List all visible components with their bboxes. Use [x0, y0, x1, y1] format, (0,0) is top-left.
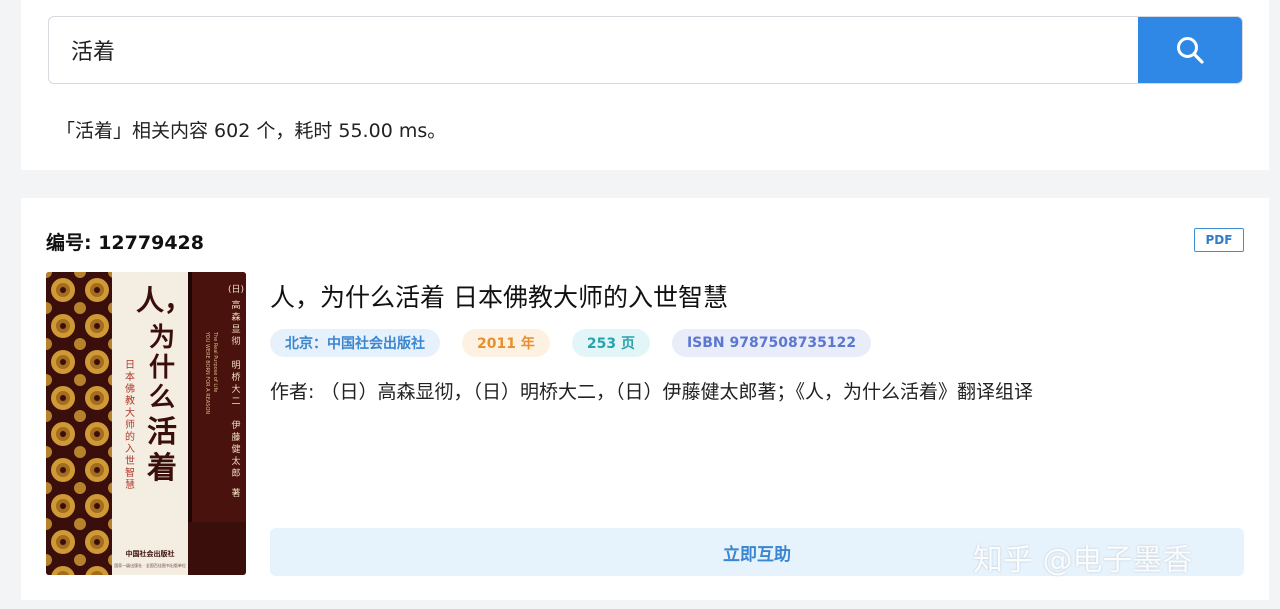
pages-tag: 253 页: [571, 329, 650, 357]
book-card: 编号: 12779428 PDF 人， 为 什 么 活 着 日 本 佛 教 大 …: [21, 198, 1269, 600]
svg-text:慧: 慧: [125, 478, 135, 491]
cover-image: 人， 为 什 么 活 着 日本佛 教大师 的入世 智慧 YOU WERE BOR…: [46, 272, 246, 575]
format-badge[interactable]: PDF: [1194, 228, 1244, 252]
svg-text:明: 明: [231, 360, 240, 371]
svg-text:彻: 彻: [231, 335, 240, 347]
svg-text:中国社会出版社: 中国社会出版社: [126, 549, 175, 558]
svg-text:The Real Purpose of Life: The Real Purpose of Life: [212, 331, 218, 392]
svg-text:大: 大: [231, 383, 240, 395]
svg-text:的: 的: [125, 430, 135, 443]
book-authors: 作者: （日）高森显彻，（日）明桥大二，（日）伊藤健太郎著；《人，为什么活着》翻…: [270, 381, 1033, 403]
search-box: [48, 16, 1243, 84]
svg-text:健: 健: [231, 443, 240, 455]
svg-text:什: 什: [149, 353, 175, 383]
svg-text:为: 为: [149, 323, 175, 353]
svg-text:世: 世: [125, 455, 135, 467]
book-tags: 北京：中国社会出版社 2011 年 253 页 ISBN 97875087351…: [270, 329, 872, 357]
svg-text:森: 森: [231, 311, 240, 323]
svg-text:大: 大: [125, 406, 135, 419]
svg-text:太: 太: [231, 455, 240, 467]
svg-text:佛: 佛: [125, 382, 135, 395]
svg-text:郎: 郎: [231, 467, 240, 479]
help-button[interactable]: 立即互助: [270, 528, 1244, 576]
svg-text:入: 入: [125, 444, 135, 455]
svg-text:师: 师: [125, 418, 135, 431]
svg-text:藤: 藤: [231, 431, 240, 443]
svg-text:显: 显: [231, 324, 240, 335]
svg-text:(日): (日): [228, 284, 244, 295]
book-cover[interactable]: 人， 为 什 么 活 着 日本佛 教大师 的入世 智慧 YOU WERE BOR…: [46, 272, 246, 575]
svg-text:着: 着: [147, 451, 177, 486]
svg-text:著: 著: [231, 487, 240, 499]
search-panel: 「活着」相关内容 602 个，耗时 55.00 ms。: [21, 0, 1269, 170]
book-id: 编号: 12779428: [46, 232, 204, 254]
svg-text:高: 高: [231, 299, 240, 311]
book-title[interactable]: 人，为什么活着 日本佛教大师的入世智慧: [270, 278, 728, 314]
svg-text:国家一级出版社 · 全国百佳图书出版单位: 国家一级出版社 · 全国百佳图书出版单位: [114, 562, 186, 568]
svg-text:伊: 伊: [231, 419, 240, 431]
svg-text:YOU WERE BORN FOR A REASON: YOU WERE BORN FOR A REASON: [204, 331, 210, 414]
svg-text:智: 智: [125, 466, 135, 479]
svg-text:日: 日: [125, 360, 135, 371]
search-input[interactable]: [49, 17, 1139, 83]
svg-text:么: 么: [149, 383, 175, 413]
svg-text:本: 本: [125, 370, 135, 383]
search-button[interactable]: [1138, 17, 1242, 83]
result-summary: 「活着」相关内容 602 个，耗时 55.00 ms。: [56, 120, 447, 142]
isbn-tag: ISBN 9787508735122: [671, 329, 872, 357]
svg-text:教: 教: [125, 394, 135, 407]
svg-text:活: 活: [147, 415, 177, 450]
svg-text:桥: 桥: [231, 371, 240, 383]
search-icon: [1177, 37, 1204, 64]
svg-text:人，: 人，: [136, 284, 192, 317]
year-tag: 2011 年: [462, 329, 550, 357]
publisher-tag: 北京：中国社会出版社: [270, 329, 440, 357]
svg-text:二: 二: [231, 397, 240, 407]
